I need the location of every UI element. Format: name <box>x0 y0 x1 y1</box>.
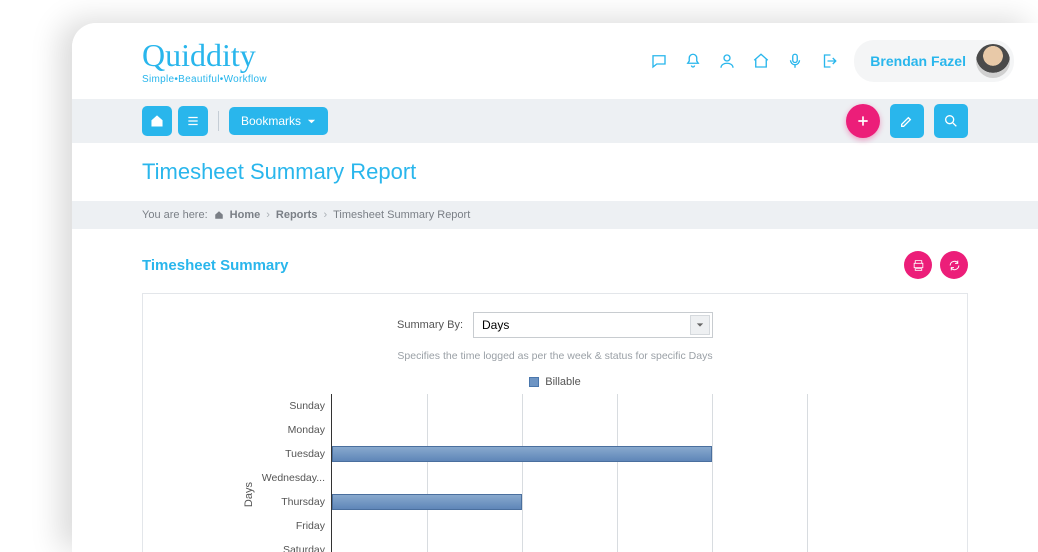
breadcrumb-sep: › <box>266 209 270 221</box>
chevron-down-icon <box>307 117 316 126</box>
y-tick: Saturday <box>259 538 331 552</box>
chart-area: SundayMondayTuesdayWednesday...ThursdayF… <box>259 394 807 552</box>
home-outline-icon[interactable] <box>752 52 770 70</box>
panel-body: Summary By: Days Specifies the time logg… <box>142 293 968 552</box>
user-icon[interactable] <box>718 52 736 70</box>
top-bar: Quiddity Simple•Beautiful•Workflow Brend… <box>72 23 1038 99</box>
menu-button[interactable] <box>178 106 208 136</box>
page-title: Timesheet Summary Report <box>142 159 968 185</box>
page-title-row: Timesheet Summary Report <box>72 143 1038 201</box>
brand-name: Quiddity <box>142 37 267 74</box>
breadcrumb-reports[interactable]: Reports <box>276 209 318 221</box>
panel-title: Timesheet Summary <box>142 257 288 274</box>
y-tick: Sunday <box>259 394 331 418</box>
summary-by-select[interactable]: Days <box>473 312 713 338</box>
breadcrumb-sep: › <box>323 209 327 221</box>
mic-icon[interactable] <box>786 52 804 70</box>
breadcrumb-prefix: You are here: <box>142 209 208 221</box>
legend-label: Billable <box>545 376 580 388</box>
y-axis-label: Days <box>243 482 255 507</box>
avatar <box>976 44 1010 78</box>
summary-by-label: Summary By: <box>397 319 463 331</box>
chevron-down-icon <box>690 315 710 335</box>
refresh-button[interactable] <box>940 251 968 279</box>
brand-tagline: Simple•Beautiful•Workflow <box>142 74 267 85</box>
breadcrumb-home[interactable]: Home <box>230 209 261 221</box>
bookmarks-dropdown[interactable]: Bookmarks <box>229 107 328 135</box>
breadcrumb: You are here: Home › Reports › Timesheet… <box>72 201 1038 229</box>
edit-button[interactable] <box>890 104 924 138</box>
panel-header: Timesheet Summary <box>142 241 968 293</box>
nav-bar: Bookmarks <box>72 99 1038 143</box>
home-button[interactable] <box>142 106 172 136</box>
panel: Timesheet Summary Summary By: Days Speci… <box>72 229 1038 552</box>
breadcrumb-leaf: Timesheet Summary Report <box>333 209 470 221</box>
summary-by-value: Days <box>482 318 509 332</box>
bookmarks-label: Bookmarks <box>241 114 301 128</box>
chart: Days SundayMondayTuesdayWednesday...Thur… <box>143 394 967 552</box>
nav-right <box>846 104 968 138</box>
bar <box>332 494 522 510</box>
user-menu[interactable]: Brendan Fazel <box>854 40 1014 82</box>
y-tick-labels: SundayMondayTuesdayWednesday...ThursdayF… <box>259 394 331 552</box>
y-tick: Friday <box>259 514 331 538</box>
user-name: Brendan Fazel <box>870 53 966 69</box>
search-button[interactable] <box>934 104 968 138</box>
legend-swatch <box>529 377 539 387</box>
y-tick: Tuesday <box>259 442 331 466</box>
app-window: Quiddity Simple•Beautiful•Workflow Brend… <box>72 23 1038 552</box>
top-icon-row: Brendan Fazel <box>650 40 1014 82</box>
chart-legend: Billable <box>143 376 967 388</box>
plot: SundayMondayTuesdayWednesday...ThursdayF… <box>259 394 807 552</box>
summary-row: Summary By: Days <box>143 312 967 338</box>
brand-logo[interactable]: Quiddity Simple•Beautiful•Workflow <box>142 37 267 85</box>
y-tick: Thursday <box>259 490 331 514</box>
panel-actions <box>904 251 968 279</box>
bar <box>332 446 712 462</box>
add-button[interactable] <box>846 104 880 138</box>
chat-icon[interactable] <box>650 52 668 70</box>
y-tick: Wednesday... <box>259 466 331 490</box>
logout-icon[interactable] <box>820 52 838 70</box>
summary-hint: Specifies the time logged as per the wee… <box>143 350 967 362</box>
nav-left: Bookmarks <box>142 106 328 136</box>
print-button[interactable] <box>904 251 932 279</box>
nav-divider <box>218 111 219 131</box>
home-icon <box>214 210 224 220</box>
plot-grid <box>331 394 807 552</box>
bell-icon[interactable] <box>684 52 702 70</box>
y-tick: Monday <box>259 418 331 442</box>
